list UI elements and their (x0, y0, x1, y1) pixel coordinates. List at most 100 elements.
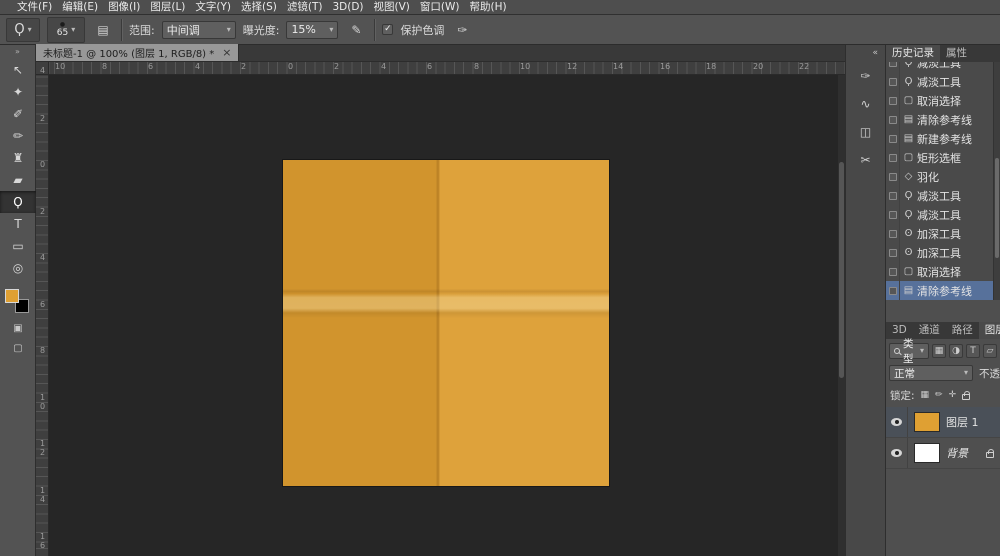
move-tool[interactable]: ↖ (0, 59, 36, 81)
history-source-cell[interactable] (886, 72, 900, 91)
history-source-cell[interactable] (886, 205, 900, 224)
filter-pixel-layers-icon[interactable]: ▦ (932, 344, 946, 358)
menu-item-window[interactable]: 窗口(W) (415, 0, 465, 15)
history-source-checkbox[interactable] (889, 287, 897, 295)
lock-pixels-icon[interactable]: ✏ (935, 391, 943, 400)
history-item-selected[interactable]: ▤ 清除参考线 (886, 281, 994, 300)
quick-selection-tool[interactable]: ✦ (0, 81, 36, 103)
menu-item-image[interactable]: 图像(I) (103, 0, 145, 15)
brush-preset-picker[interactable]: ● 65 ▾ (47, 17, 85, 43)
tab-properties[interactable]: 属性 (940, 45, 973, 62)
history-item[interactable]: Ϙ 减淡工具 (886, 72, 994, 91)
actions-panel-icon[interactable]: ✂ (854, 148, 878, 172)
history-source-cell[interactable] (886, 281, 900, 300)
history-source-checkbox[interactable] (889, 78, 897, 86)
history-source-cell[interactable] (886, 224, 900, 243)
filter-adjustment-layers-icon[interactable]: ◑ (949, 344, 963, 358)
history-source-checkbox[interactable] (889, 211, 897, 219)
tool-preset-picker[interactable]: Ϙ ▾ (6, 18, 40, 42)
collapse-panels-icon[interactable]: « (846, 45, 885, 60)
canvas-viewport[interactable] (49, 75, 845, 556)
toggle-brush-panel-button[interactable]: ▤ (92, 19, 114, 41)
history-source-cell[interactable] (886, 110, 900, 129)
exposure-select[interactable]: 15% ▾ (286, 21, 338, 39)
curves-panel-icon[interactable]: ∿ (854, 92, 878, 116)
menu-item-type[interactable]: 文字(Y) (190, 0, 236, 15)
menu-item-view[interactable]: 视图(V) (369, 0, 415, 15)
history-source-checkbox[interactable] (889, 192, 897, 200)
toolbar-collapse-icon[interactable]: » (0, 45, 35, 59)
history-item[interactable]: ▢ 取消选择 (886, 262, 994, 281)
screen-mode-button[interactable]: ▢ (0, 339, 36, 359)
history-source-cell[interactable] (886, 243, 900, 262)
lock-transparency-icon[interactable]: ▦ (921, 391, 930, 400)
document-tab[interactable]: 未标题-1 @ 100% (图层 1, RGB/8) * × (36, 44, 239, 61)
history-source-checkbox[interactable] (889, 116, 897, 124)
filter-shape-layers-icon[interactable]: ▱ (983, 344, 997, 358)
tab-history[interactable]: 历史记录 (886, 45, 940, 62)
brush-pressure-button[interactable]: ✑ (451, 19, 473, 41)
quick-mask-button[interactable]: ▣ (0, 319, 36, 339)
history-source-cell[interactable] (886, 129, 900, 148)
foreground-color-swatch[interactable] (5, 289, 19, 303)
history-source-checkbox[interactable] (889, 97, 897, 105)
menu-item-select[interactable]: 选择(S) (236, 0, 282, 15)
canvas-scrollbar[interactable] (838, 75, 845, 556)
history-scrollbar[interactable] (993, 62, 1000, 300)
history-item[interactable]: ▤ 清除参考线 (886, 110, 994, 129)
history-item[interactable]: Ϙ 减淡工具 (886, 186, 994, 205)
history-source-checkbox[interactable] (889, 268, 897, 276)
history-item[interactable]: Ϙ 减淡工具 (886, 62, 994, 72)
menu-item-filter[interactable]: 滤镜(T) (282, 0, 328, 15)
adjustments-panel-icon[interactable]: ◫ (854, 120, 878, 144)
tab-layers[interactable]: 图层 (979, 322, 1000, 339)
protect-tones-checkbox[interactable]: ✓ (382, 24, 393, 35)
range-select[interactable]: 中间调 ▾ (162, 21, 236, 39)
tab-paths[interactable]: 路径 (946, 322, 979, 339)
lock-all-icon[interactable] (962, 394, 970, 400)
history-source-checkbox[interactable] (889, 230, 897, 238)
history-item[interactable]: ◇ 羽化 (886, 167, 994, 186)
blend-mode-select[interactable]: 正常 ▾ (889, 365, 973, 381)
dodge-tool[interactable]: Ϙ (0, 191, 36, 213)
menu-item-file[interactable]: 文件(F) (12, 0, 57, 15)
eyedropper-tool[interactable]: ✐ (0, 103, 36, 125)
menu-item-layer[interactable]: 图层(L) (145, 0, 190, 15)
history-source-checkbox[interactable] (889, 62, 897, 67)
layer-row[interactable]: 图层 1 (886, 407, 1000, 438)
history-source-checkbox[interactable] (889, 135, 897, 143)
brush-tool[interactable]: ✏ (0, 125, 36, 147)
menu-item-edit[interactable]: 编辑(E) (57, 0, 103, 15)
history-source-cell[interactable] (886, 262, 900, 281)
history-source-cell[interactable] (886, 91, 900, 110)
menu-item-help[interactable]: 帮助(H) (465, 0, 512, 15)
layer-thumbnail[interactable] (914, 412, 940, 432)
marquee-tool[interactable]: ▭ (0, 235, 36, 257)
clone-stamp-tool[interactable]: ♜ (0, 147, 36, 169)
history-item[interactable]: ▢ 取消选择 (886, 91, 994, 110)
scrollbar-thumb[interactable] (995, 158, 999, 258)
history-source-checkbox[interactable] (889, 249, 897, 257)
eraser-tool[interactable]: ▰ (0, 169, 36, 191)
history-item[interactable]: ʘ 加深工具 (886, 224, 994, 243)
history-item[interactable]: ʘ 加深工具 (886, 243, 994, 262)
history-item[interactable]: ▢ 矩形选框 (886, 148, 994, 167)
history-source-cell[interactable] (886, 186, 900, 205)
tab-channels[interactable]: 通道 (913, 322, 946, 339)
history-source-cell[interactable] (886, 148, 900, 167)
history-item[interactable]: Ϙ 减淡工具 (886, 205, 994, 224)
layer-row[interactable]: 背景 (886, 438, 1000, 469)
visibility-cell[interactable] (886, 438, 908, 468)
type-tool[interactable]: T (0, 213, 36, 235)
brush-panel-icon[interactable]: ✑ (854, 64, 878, 88)
zoom-tool[interactable]: ◎ (0, 257, 36, 279)
filter-kind-select[interactable]: 类型 ▾ (889, 343, 929, 359)
canvas-image[interactable] (283, 160, 609, 486)
history-item[interactable]: ▤ 新建参考线 (886, 129, 994, 148)
close-tab-icon[interactable]: × (222, 47, 231, 58)
history-source-cell[interactable] (886, 62, 900, 72)
airbrush-button[interactable]: ✎ (345, 19, 367, 41)
filter-type-layers-icon[interactable]: T (966, 344, 980, 358)
layer-thumbnail[interactable] (914, 443, 940, 463)
visibility-cell[interactable] (886, 407, 908, 437)
